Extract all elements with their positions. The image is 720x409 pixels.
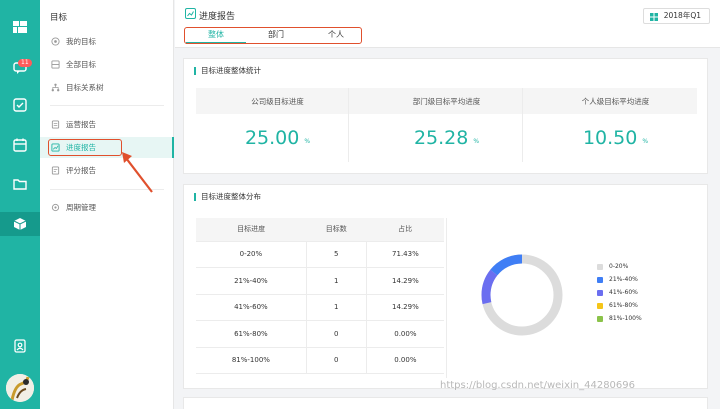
legend-swatch (597, 289, 603, 296)
stat-label: 个人级目标平均进度 (534, 88, 697, 114)
distribution-card: 目标进度整体分布 目标进度 目标数 占比 0-20% 5 71.43% 21%-… (183, 184, 708, 389)
table-cell: 14.29% (366, 294, 444, 321)
table-cell: 81%-100% (196, 347, 307, 374)
stat-label: 公司级目标进度 (196, 88, 359, 114)
report-icon (50, 119, 60, 129)
distribution-table: 目标进度 目标数 占比 0-20% 5 71.43% 21%-40% 1 14.… (196, 218, 444, 374)
stat-company: 25.00 % (196, 114, 359, 162)
table-cell: 1 (306, 267, 367, 295)
legend-item[interactable]: 81%-100% (597, 312, 642, 325)
table-row: 61%-80% 0 0.00% (196, 320, 444, 348)
sidebar-item-operation-report[interactable]: 运营报告 (50, 117, 96, 131)
distribution-chart: 0-20% 21%-40% 41%-60% 61%-80% 81%-100% (446, 218, 698, 378)
sidebar-item-score-report[interactable]: 评分报告 (50, 163, 96, 177)
legend-swatch (597, 276, 603, 283)
table-cell: 0 (306, 320, 367, 348)
column-header: 目标进度 (196, 218, 307, 242)
stat-department: 25.28 % (359, 114, 534, 162)
column-header: 目标数 (306, 218, 367, 242)
legend-item[interactable]: 0-20% (597, 260, 642, 273)
legend-swatch (597, 302, 603, 309)
stat-unit: % (304, 137, 311, 145)
table-row: 21%-40% 1 14.29% (196, 267, 444, 295)
annotation-highlight-tabs (184, 27, 362, 44)
sidebar-item-label: 我的目标 (66, 36, 96, 46)
table-cell: 5 (306, 241, 367, 268)
sidebar-item-label: 周期管理 (66, 202, 96, 212)
table-cell: 0-20% (196, 241, 307, 268)
table-row: 41%-60% 1 14.29% (196, 294, 444, 321)
legend-label: 41%-60% (609, 289, 638, 296)
table-cell: 1 (306, 294, 367, 321)
column-header: 占比 (366, 218, 444, 242)
progress-report-icon (185, 8, 196, 19)
watermark: https://blog.csdn.net/weixin_44280696 (440, 380, 636, 391)
calendar-icon[interactable] (10, 135, 30, 155)
sidebar-item-label: 目标关系树 (66, 82, 104, 92)
legend-item[interactable]: 61%-80% (597, 299, 642, 312)
table-cell: 71.43% (366, 241, 444, 268)
layers-icon (50, 59, 60, 69)
chart-legend: 0-20% 21%-40% 41%-60% 61%-80% 81%-100% (597, 260, 642, 325)
sidebar-item-all-goals[interactable]: 全部目标 (50, 57, 96, 71)
sidebar-item-my-goals[interactable]: 我的目标 (50, 34, 96, 48)
cycle-icon (50, 202, 60, 212)
grid-small-icon (649, 12, 658, 21)
folder-icon[interactable] (10, 174, 30, 194)
annotation-highlight-sidebar (48, 139, 122, 156)
table-cell: 14.29% (366, 267, 444, 295)
table-cell: 41%-60% (196, 294, 307, 321)
secondary-sidebar: 目标 我的目标 全部目标 目标关系树 运营报告 进度报告 评分报告 周期管理 (40, 0, 174, 409)
stat-personal: 10.50 % (534, 114, 697, 162)
table-cell: 0 (306, 347, 367, 374)
legend-swatch (597, 263, 603, 270)
sidebar-divider (50, 105, 164, 106)
quarter-value: 2018年Q1 (663, 11, 701, 20)
unread-badge: 11 (18, 59, 32, 67)
avatar[interactable] (6, 374, 34, 402)
stat-value: 25.28 (413, 127, 469, 149)
sidebar-item-cycle-management[interactable]: 周期管理 (50, 200, 96, 214)
stat-unit: % (473, 137, 480, 145)
stat-unit: % (642, 137, 649, 145)
contact-icon[interactable] (10, 336, 30, 356)
stat-label: 部门级目标平均进度 (359, 88, 534, 114)
card-title: 目标进度整体统计 (194, 67, 261, 75)
legend-item[interactable]: 21%-40% (597, 273, 642, 286)
grid-icon[interactable] (10, 17, 30, 37)
cube-icon[interactable] (0, 212, 40, 236)
sidebar-title: 目标 (50, 13, 68, 23)
score-icon (50, 165, 60, 175)
legend-label: 0-20% (609, 263, 629, 270)
table-row: 0-20% 5 71.43% (196, 241, 444, 268)
sidebar-item-goal-tree[interactable]: 目标关系树 (50, 80, 104, 94)
quarter-selector[interactable]: 2018年Q1 (642, 8, 710, 24)
legend-label: 81%-100% (609, 315, 642, 322)
sidebar-item-label: 运营报告 (66, 119, 96, 129)
stat-value: 25.00 (244, 127, 300, 149)
table-cell: 0.00% (366, 347, 444, 374)
table-cell: 61%-80% (196, 320, 307, 348)
check-icon[interactable] (10, 95, 30, 115)
overall-stats-card: 目标进度整体统计 公司级目标进度 部门级目标平均进度 个人级目标平均进度 25.… (183, 58, 708, 174)
stat-value: 10.50 (582, 127, 638, 149)
legend-swatch (597, 315, 603, 322)
next-card (183, 397, 708, 409)
table-cell: 21%-40% (196, 267, 307, 295)
tree-icon (50, 82, 60, 92)
donut-chart (481, 254, 563, 336)
card-title: 目标进度整体分布 (194, 193, 261, 201)
legend-label: 21%-40% (609, 276, 638, 283)
target-icon (50, 36, 60, 46)
page-title: 进度报告 (199, 12, 236, 22)
legend-item[interactable]: 41%-60% (597, 286, 642, 299)
table-cell: 0.00% (366, 320, 444, 348)
annotation-arrow-icon (122, 152, 153, 193)
legend-label: 61%-80% (609, 302, 638, 309)
sidebar-item-label: 评分报告 (66, 165, 96, 175)
app-rail: 11 (0, 0, 40, 409)
sidebar-item-label: 全部目标 (66, 59, 96, 69)
table-row: 81%-100% 0 0.00% (196, 347, 444, 374)
